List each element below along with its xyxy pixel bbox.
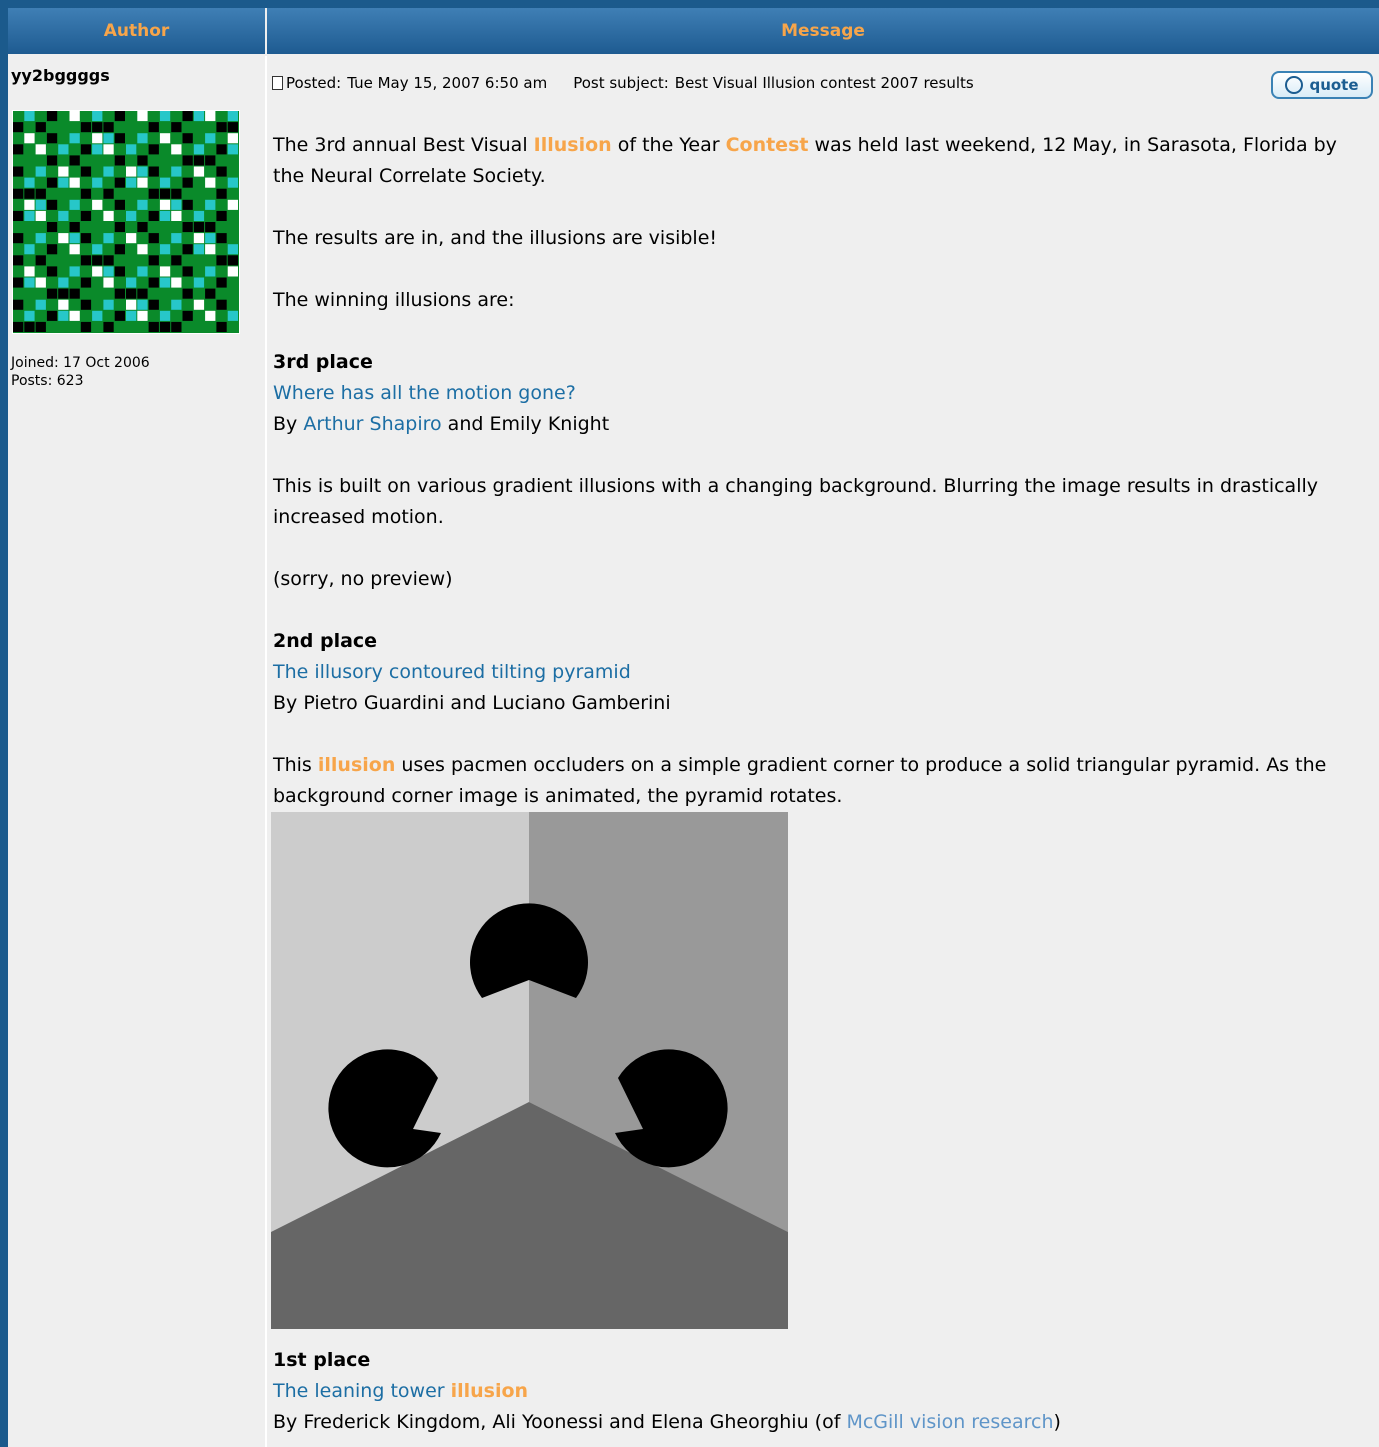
no-preview-note: (sorry, no preview) [273, 568, 453, 590]
intro-text: of the Year [611, 134, 726, 156]
third-place-byline: By Arthur Shapiro and Emily Knight [273, 409, 1363, 440]
post-body: The 3rd annual Best Visual Illusion of t… [271, 130, 1363, 1438]
byline-text: and Emily Knight [441, 413, 610, 435]
arthur-shapiro-link[interactable]: Arthur Shapiro [303, 413, 441, 435]
results-paragraph: The results are in, and the illusions ar… [273, 227, 718, 249]
illusion-keyword-link[interactable]: Illusion [534, 134, 612, 156]
message-column-header: Message [267, 8, 1379, 54]
author-column-header: Author [8, 8, 265, 54]
quote-icon [1285, 76, 1304, 94]
illusion-keyword-link[interactable]: illusion [318, 754, 395, 776]
description-text: uses pacmen occluders on a simple gradie… [273, 754, 1327, 807]
posted-date: Tue May 15, 2007 6:50 am [347, 74, 548, 92]
avatar [12, 110, 240, 334]
forum-frame: Author Message yy2bggggs Joined: 17 Oct … [0, 0, 1379, 1447]
post-document-icon [272, 76, 283, 90]
intro-paragraph: The 3rd annual Best Visual Illusion of t… [273, 130, 1363, 192]
post-header: Posted: Tue May 15, 2007 6:50 am Post su… [272, 74, 974, 92]
winners-paragraph: The winning illusions are: [273, 289, 515, 311]
byline-text: ) [1053, 1411, 1061, 1433]
first-place-title-link[interactable]: The leaning tower [273, 1380, 451, 1402]
author-info: Joined: 17 Oct 2006 Posts: 623 [11, 354, 150, 390]
description-text: This [273, 754, 318, 776]
mcgill-vision-research-link[interactable]: McGill vision research [846, 1411, 1053, 1433]
message-panel: Posted: Tue May 15, 2007 6:50 am Post su… [267, 56, 1379, 1447]
first-place-heading: 1st place [273, 1349, 371, 1371]
post-subject: Best Visual Illusion contest 2007 result… [674, 74, 974, 92]
second-place-title-link[interactable]: The illusory contoured tilting pyramid [273, 661, 631, 683]
subject-label: Post subject: [573, 74, 669, 92]
second-place-description: This illusion uses pacmen occluders on a… [273, 750, 1363, 812]
pyramid-illusion-image [271, 812, 788, 1329]
first-place-byline: By Frederick Kingdom, Ali Yoonessi and E… [273, 1407, 1363, 1438]
quote-button[interactable]: quote [1271, 71, 1373, 99]
contest-keyword-link[interactable]: Contest [726, 134, 809, 156]
posted-label: Posted: [286, 74, 342, 92]
second-place-heading: 2nd place [273, 630, 378, 652]
second-place-byline: By Pietro Guardini and Luciano Gamberini [273, 692, 671, 714]
quote-button-label: quote [1309, 76, 1359, 94]
author-username[interactable]: yy2bggggs [11, 66, 110, 85]
author-joined: Joined: 17 Oct 2006 [11, 355, 150, 371]
author-posts: Posts: 623 [11, 373, 84, 389]
illusion-keyword-link[interactable]: illusion [451, 1380, 528, 1402]
byline-text: By Frederick Kingdom, Ali Yoonessi and E… [273, 1411, 847, 1433]
byline-text: By [273, 413, 304, 435]
author-panel: yy2bggggs Joined: 17 Oct 2006 Posts: 623 [8, 56, 265, 1447]
third-place-description: This is built on various gradient illusi… [273, 475, 1318, 528]
intro-text: The 3rd annual Best Visual [273, 134, 534, 156]
post-table: Author Message yy2bggggs Joined: 17 Oct … [8, 8, 1379, 1447]
third-place-heading: 3rd place [273, 351, 373, 373]
third-place-title-link[interactable]: Where has all the motion gone? [273, 382, 576, 404]
